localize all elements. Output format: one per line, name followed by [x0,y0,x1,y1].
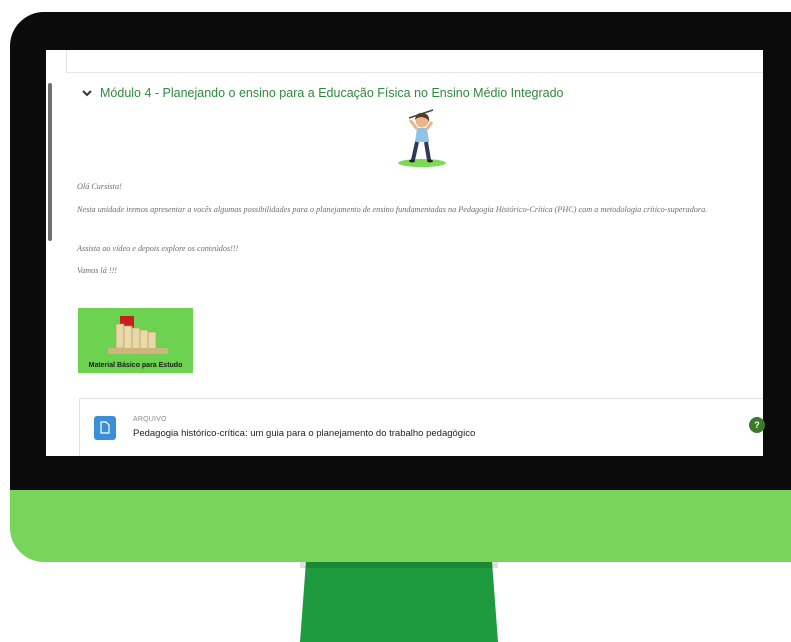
module-title: Módulo 4 - Planejando o ensino para a Ed… [100,86,564,100]
instruction-text: Assista ao vídeo e depois explore os con… [77,244,239,253]
greeting-text: Olá Cursista! [77,182,122,191]
material-label: Material Básico para Estudo [88,362,183,369]
resource-title-link[interactable]: Pedagogia histórico-crítica: um guia par… [133,428,475,439]
closing-text: Vamos lá !!! [77,266,118,275]
help-icon[interactable]: ? [749,417,765,433]
previous-section-border [66,50,763,73]
monitor-screen: Módulo 4 - Planejando o ensino para a Ed… [46,50,763,456]
scrollbar[interactable] [48,83,52,241]
chevron-down-icon [82,90,92,97]
monitor-chin [10,490,791,562]
file-icon[interactable] [94,416,116,440]
intro-paragraph: Nesta unidade iremos apresentar a vocês … [77,205,708,214]
monitor-stand-shadow [300,562,498,568]
material-basico-banner[interactable]: Material Básico para Estudo [78,308,193,373]
monitor-stand [300,562,498,642]
golfer-avatar-image [398,109,446,167]
module-section-header[interactable]: Módulo 4 - Planejando o ensino para a Ed… [82,86,564,100]
resource-card: ARQUIVO Pedagogia histórico-crítica: um … [79,398,763,456]
resource-type: ARQUIVO [133,416,167,423]
folders-icon [108,316,168,355]
